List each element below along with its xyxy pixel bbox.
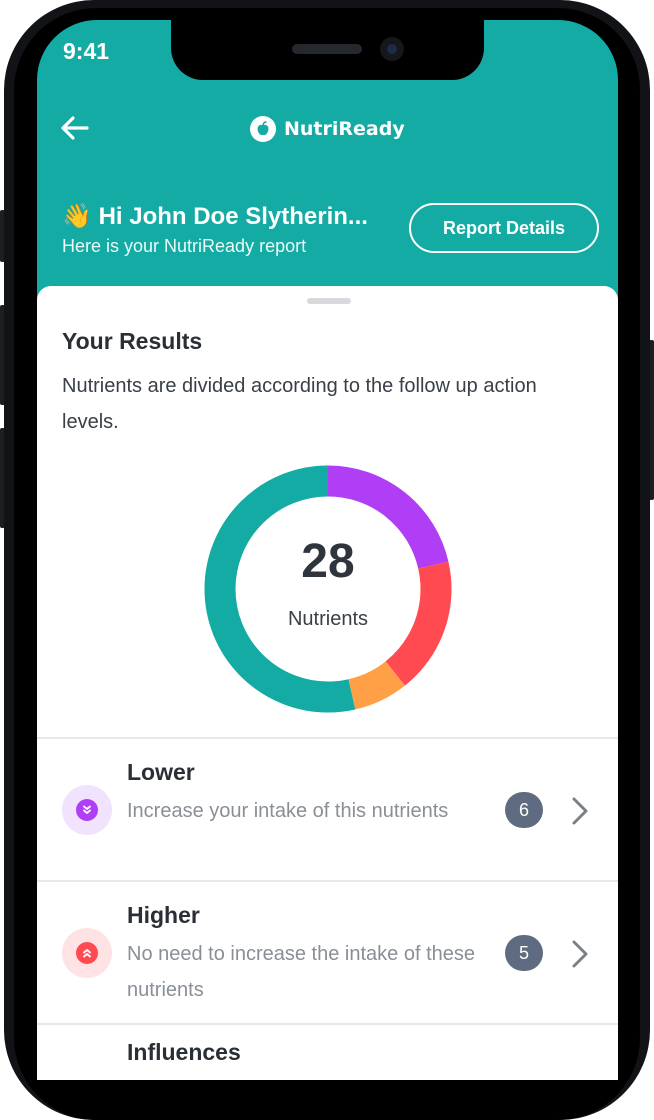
greeting-subtitle: Here is your NutriReady report (62, 236, 307, 256)
report-details-button[interactable]: Report Details (409, 203, 599, 253)
status-time: 9:41 (63, 38, 110, 64)
apple-logo-icon (250, 116, 276, 142)
brand-name: NutriReady (284, 118, 405, 140)
category-count-badge: 6 (505, 792, 543, 828)
double-chevron-down-icon (76, 799, 98, 821)
double-chevron-up-icon (76, 942, 98, 964)
results-title: Your Results (62, 328, 203, 354)
greeting: 👋 Hi John Doe Slytherin... (62, 202, 368, 231)
app-screen: 9:41 NutriReady 👋 Hi John Doe Slytherin.… (37, 20, 618, 1080)
category-description: No need to increase the intake of these … (127, 943, 476, 1001)
drag-handle[interactable] (307, 298, 351, 304)
higher-icon-wrap (62, 928, 112, 978)
chevron-right-icon[interactable] (569, 796, 591, 826)
wave-emoji: 👋 (62, 203, 92, 230)
greeting-text: Hi John Doe Slytherin... (98, 203, 368, 230)
speaker (292, 44, 362, 54)
category-row-influences[interactable]: Influences (37, 1025, 618, 1080)
results-sheet: Your Results Nutrients are divided accor… (37, 286, 618, 1080)
camera (380, 37, 404, 61)
lower-icon-wrap (62, 785, 112, 835)
category-title: Lower (127, 759, 195, 785)
brand: NutriReady (250, 115, 405, 143)
category-description: Increase your intake of this nutrients (127, 800, 449, 822)
nutrients-total-label: Nutrients (287, 608, 369, 630)
category-title: Higher (127, 902, 200, 928)
category-count-badge: 5 (505, 935, 543, 971)
nutrients-total: 28 (301, 535, 355, 588)
nutrients-donut-chart (204, 465, 452, 713)
category-row-lower[interactable]: Lower Increase your intake of this nutri… (37, 739, 618, 881)
notch (171, 20, 484, 80)
back-arrow-icon[interactable] (59, 112, 91, 144)
results-description: Nutrients are divided according to the f… (62, 375, 537, 433)
chevron-right-icon[interactable] (569, 939, 591, 969)
category-title: Influences (127, 1039, 241, 1065)
category-row-higher[interactable]: Higher No need to increase the intake of… (37, 882, 618, 1024)
